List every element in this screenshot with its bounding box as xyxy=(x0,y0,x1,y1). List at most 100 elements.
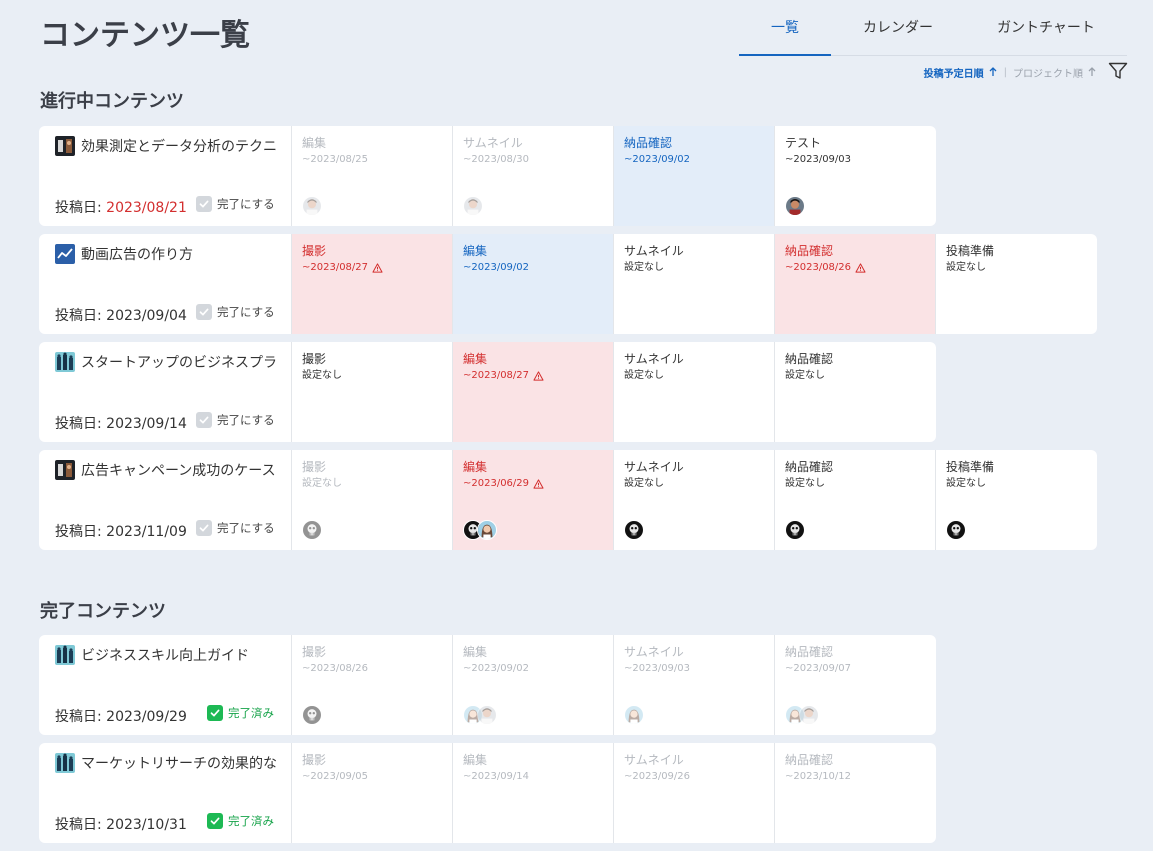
workflow-step[interactable]: 編集 ~2023/08/27 xyxy=(453,342,614,442)
mark-complete-button[interactable]: 完了にする xyxy=(196,304,275,320)
workflow-step[interactable]: 編集 ~2023/08/25 xyxy=(292,126,453,226)
step-due-date-value: ~2023/09/02 xyxy=(624,154,691,165)
workflow-step[interactable]: 編集 ~2023/06/29 xyxy=(453,450,614,550)
avatar[interactable] xyxy=(463,196,483,216)
workflow-step[interactable]: テスト ~2023/09/03 xyxy=(775,126,936,226)
workflow-step[interactable]: 納品確認 設定なし xyxy=(775,342,936,442)
step-due-date-value: ~2023/09/02 xyxy=(463,262,530,273)
content-title[interactable]: 広告キャンペーン成功のケース xyxy=(81,460,281,480)
checkbox-icon xyxy=(196,412,212,428)
assignee-avatars xyxy=(785,196,805,216)
avatar[interactable] xyxy=(785,520,805,540)
workflow-step[interactable]: 納品確認 設定なし xyxy=(775,450,936,550)
content-row: 動画広告の作り方 投稿日: 2023/09/04 完了にする 撮影 ~2023/08/2… xyxy=(39,234,1097,334)
mark-complete-button[interactable]: 完了にする xyxy=(196,520,275,536)
step-name: 撮影 xyxy=(302,352,327,366)
workflow-step[interactable]: サムネイル ~2023/09/26 xyxy=(614,743,775,843)
step-due-date-value: ~2023/06/29 xyxy=(463,478,530,489)
post-date-label: 投稿日: xyxy=(55,709,102,725)
avatar[interactable] xyxy=(477,520,497,540)
sort-by-project[interactable]: プロジェクト順 xyxy=(1013,65,1097,80)
completed-badge[interactable]: 完了済み xyxy=(207,705,274,721)
page-title: コンテンツ一覧 xyxy=(40,18,250,53)
workflow-step[interactable]: サムネイル 設定なし xyxy=(614,234,775,334)
content-title[interactable]: ビジネススキル向上ガイド xyxy=(81,645,281,665)
step-due-date: 設定なし xyxy=(946,477,1087,491)
sort-by-post-date[interactable]: 投稿予定日順 xyxy=(924,65,998,80)
post-date: 投稿日: 2023/09/14 xyxy=(55,413,187,433)
check-icon xyxy=(210,817,220,825)
avatar[interactable] xyxy=(302,705,322,725)
content-row: 広告キャンペーン成功のケース投稿日: 2023/11/09 完了にする 撮影 設定なし… xyxy=(39,450,1097,550)
content-row: 効果測定とデータ分析のテクニ 投稿日: 2023/08/21 完了にする 編集 ~202… xyxy=(39,126,936,226)
post-date-value: 2023/10/31 xyxy=(106,817,187,833)
step-due-date-value: ~2023/09/14 xyxy=(463,771,530,782)
dark-photo-icon xyxy=(55,136,75,156)
avatar[interactable] xyxy=(624,705,644,725)
avatar[interactable] xyxy=(624,520,644,540)
workflow-step[interactable]: 編集 ~2023/09/02 xyxy=(453,234,614,334)
tab-list[interactable]: 一覧 xyxy=(739,0,831,56)
arrow-up-icon xyxy=(989,67,997,76)
workflow-step[interactable]: 編集 ~2023/09/14 xyxy=(453,743,614,843)
assignee-avatars xyxy=(463,705,497,725)
check-icon xyxy=(199,200,209,208)
assignee-avatars xyxy=(463,520,497,540)
tab-gantt[interactable]: ガントチャート xyxy=(989,0,1103,56)
workflow-step[interactable]: 撮影 ~2023/08/27 xyxy=(292,234,453,334)
warning-icon xyxy=(372,263,383,273)
step-due-date: ~2023/08/30 xyxy=(463,153,603,167)
workflow-step[interactable]: サムネイル 設定なし xyxy=(614,342,775,442)
workflow-step[interactable]: 納品確認 ~2023/09/07 xyxy=(775,635,936,735)
warning-icon xyxy=(855,263,866,273)
step-due-date: ~2023/09/14 xyxy=(463,770,603,784)
complete-label: 完了にする xyxy=(217,413,275,427)
mark-complete-button[interactable]: 完了にする xyxy=(196,196,275,212)
workflow-step[interactable]: 投稿準備 設定なし xyxy=(936,234,1097,334)
content-title[interactable]: マーケットリサーチの効果的な xyxy=(81,753,281,773)
step-due-date-value: ~2023/09/07 xyxy=(785,663,852,674)
step-due-date: 設定なし xyxy=(946,261,1087,275)
step-due-date: ~2023/06/29 xyxy=(463,477,603,491)
avatar[interactable] xyxy=(946,520,966,540)
workflow-step[interactable]: 撮影 設定なし xyxy=(292,342,453,442)
workflow-step[interactable]: 編集 ~2023/09/02 xyxy=(453,635,614,735)
avatar[interactable] xyxy=(302,520,322,540)
step-due-date: ~2023/09/02 xyxy=(624,153,764,167)
sort-by-project-label: プロジェクト順 xyxy=(1013,68,1083,80)
step-due-date-value: 設定なし xyxy=(624,478,664,489)
mark-complete-button[interactable]: 完了にする xyxy=(196,412,275,428)
content-title[interactable]: スタートアップのビジネスプラ xyxy=(81,352,281,372)
step-due-date-value: ~2023/09/05 xyxy=(302,771,369,782)
avatar[interactable] xyxy=(785,196,805,216)
completed-badge[interactable]: 完了済み xyxy=(207,813,274,829)
workflow-step[interactable]: サムネイル ~2023/08/30 xyxy=(453,126,614,226)
content-row: ビジネススキル向上ガイド 投稿日: 2023/09/29 完了済み 撮影 ~2023/0… xyxy=(39,635,936,735)
step-due-date-value: 設定なし xyxy=(302,370,342,381)
workflow-step[interactable]: 撮影 設定なし xyxy=(292,450,453,550)
workflow-step[interactable]: 納品確認 ~2023/08/26 xyxy=(775,234,936,334)
post-date-label: 投稿日: xyxy=(55,308,102,324)
workflow-step[interactable]: 納品確認 ~2023/09/02 xyxy=(614,126,775,226)
post-date-label: 投稿日: xyxy=(55,524,102,540)
workflow-step[interactable]: 撮影 ~2023/08/26 xyxy=(292,635,453,735)
filter-button[interactable] xyxy=(1108,62,1130,82)
step-due-date-value: ~2023/08/27 xyxy=(302,262,369,273)
workflow-step[interactable]: サムネイル 設定なし xyxy=(614,450,775,550)
avatar[interactable] xyxy=(477,705,497,725)
step-name: サムネイル xyxy=(624,645,684,659)
section-title: 進行中コンテンツ xyxy=(40,91,184,112)
avatar[interactable] xyxy=(302,196,322,216)
content-title[interactable]: 効果測定とデータ分析のテクニ xyxy=(81,136,281,156)
tab-calendar[interactable]: カレンダー xyxy=(851,0,945,56)
workflow-step[interactable]: 納品確認 ~2023/10/12 xyxy=(775,743,936,843)
workflow-step[interactable]: 投稿準備 設定なし xyxy=(936,450,1097,550)
workflow-step[interactable]: 撮影 ~2023/09/05 xyxy=(292,743,453,843)
post-date-value: 2023/11/09 xyxy=(106,524,187,540)
content-title[interactable]: 動画広告の作り方 xyxy=(81,244,281,264)
complete-label: 完了済み xyxy=(228,706,274,720)
workflow-step[interactable]: サムネイル ~2023/09/03 xyxy=(614,635,775,735)
step-name: 納品確認 xyxy=(785,753,834,767)
assignee-avatars xyxy=(785,520,805,540)
avatar[interactable] xyxy=(799,705,819,725)
